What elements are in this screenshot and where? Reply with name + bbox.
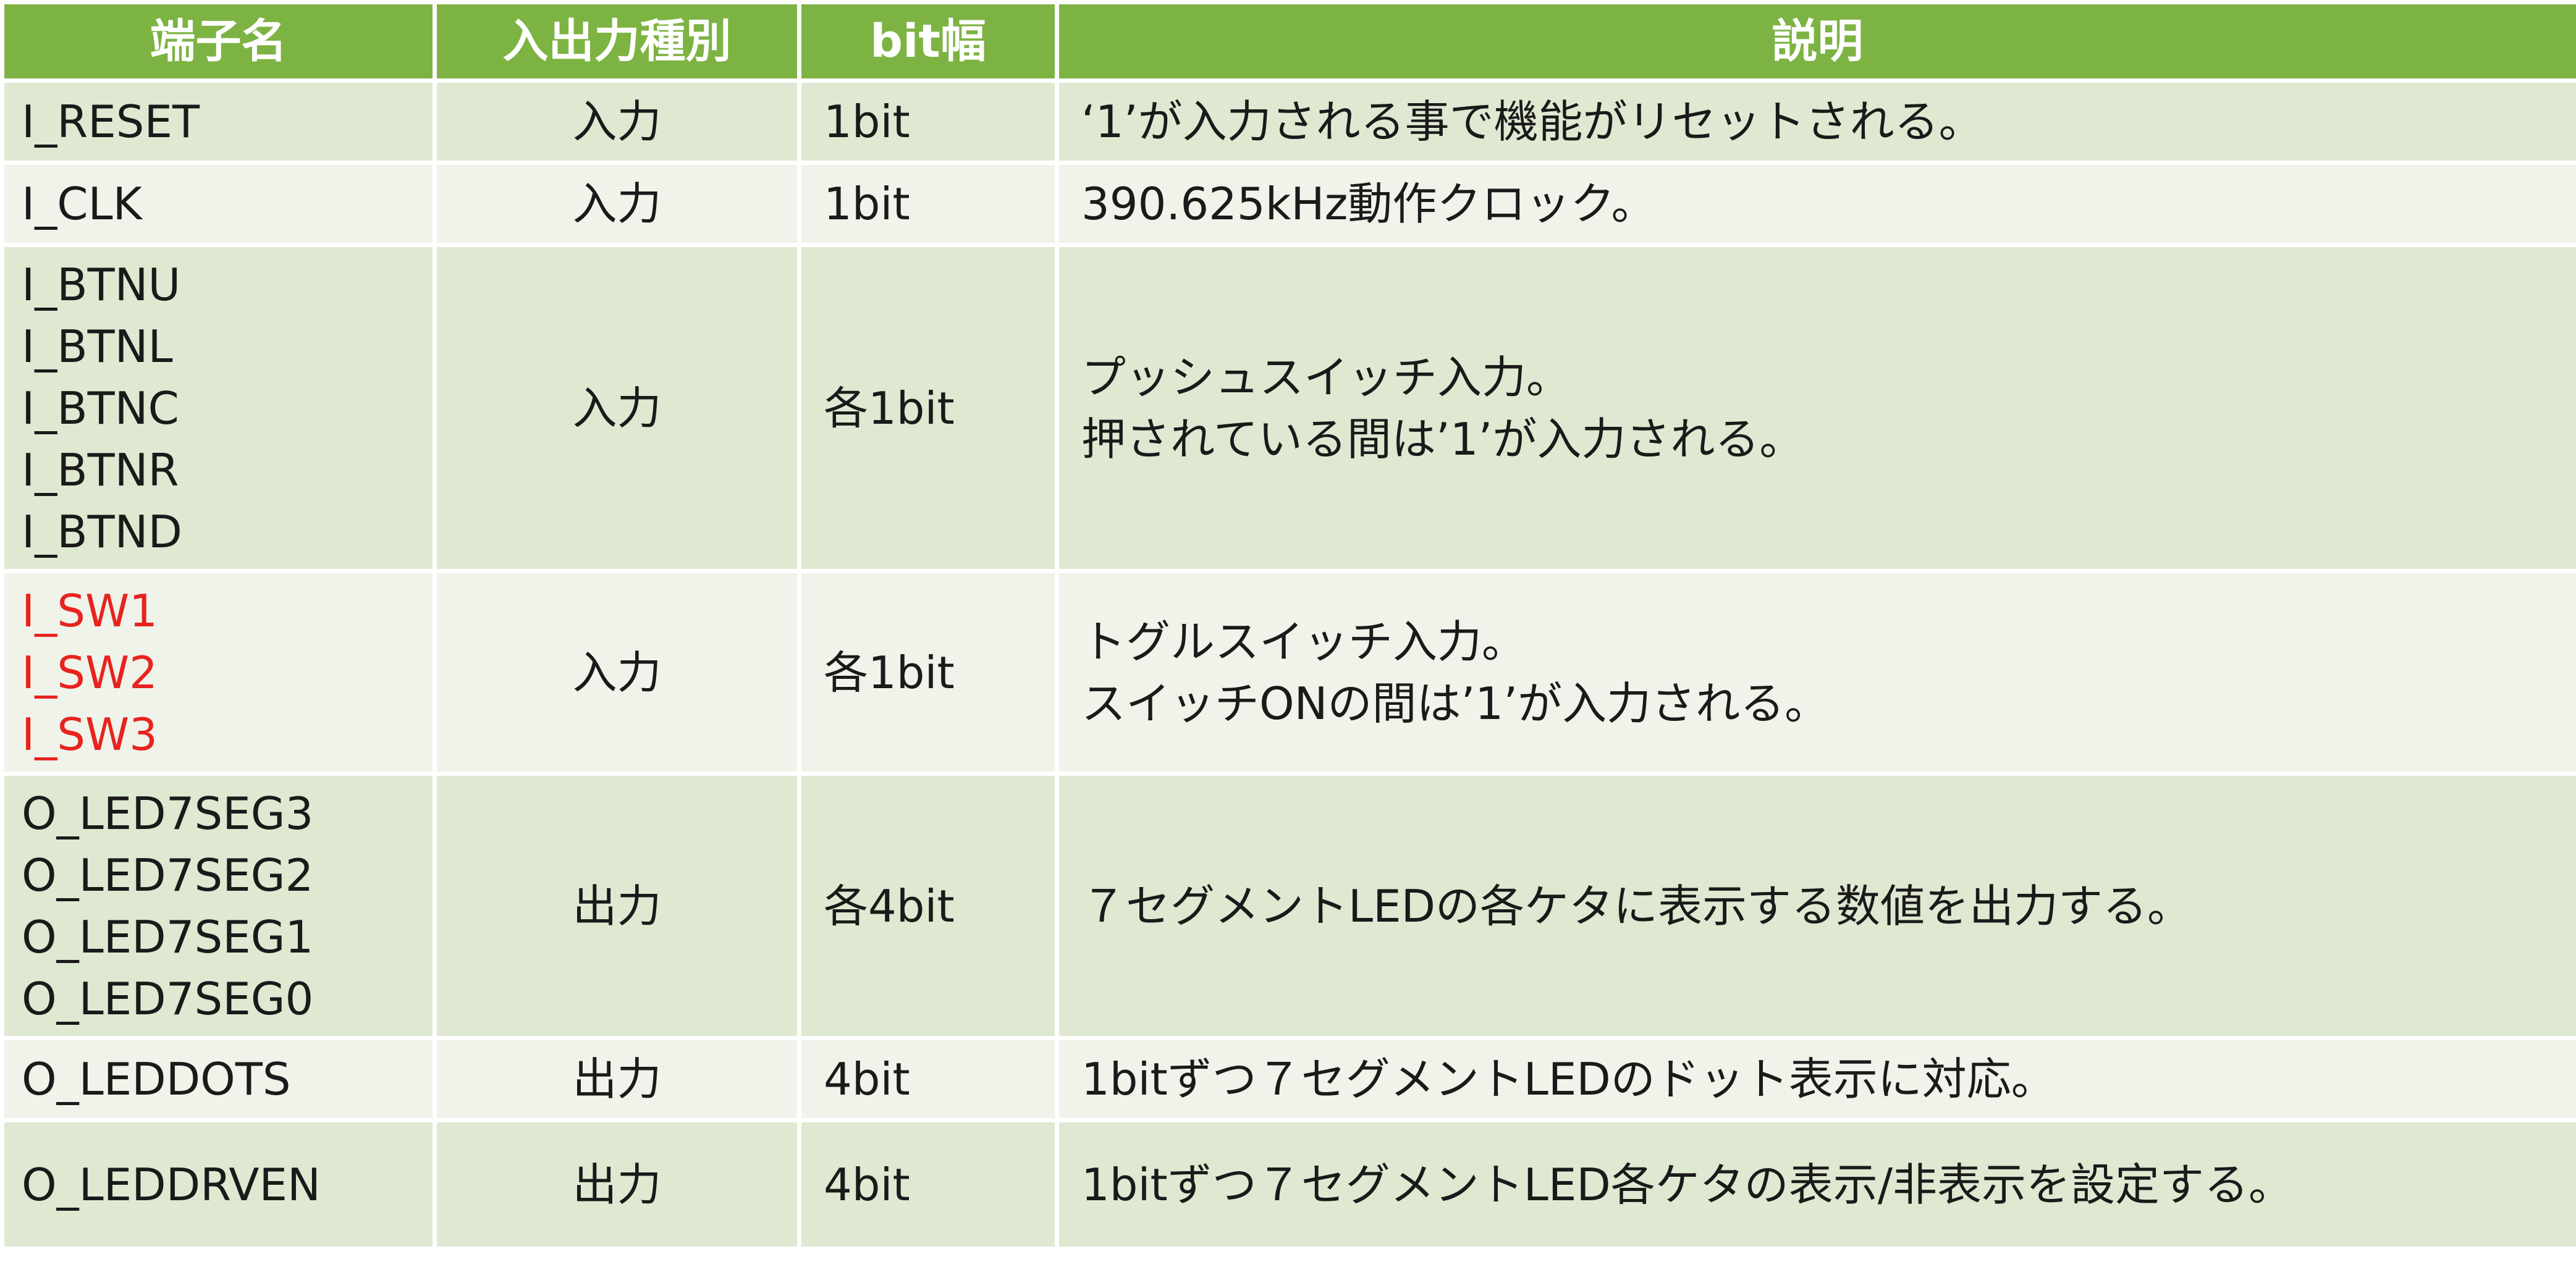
table-row: I_SW1 I_SW2 I_SW3 入力 各1bit トグルスイッチ入力。 スイ…	[0, 569, 2576, 776]
header-row: 端子名 入出力種別 bit幅 説明	[0, 0, 2576, 83]
description-line: 押されている間は’1’が入力される。	[1081, 413, 1804, 465]
bit-width-cell: 1bit	[797, 78, 1059, 165]
terminal-name-cell: I_BTNU I_BTNL I_BTNC I_BTNR I_BTND	[0, 243, 437, 573]
description-cell: ‘1’が入力される事で機能がリセットされる。	[1055, 78, 2576, 165]
bit-width-cell: 各4bit	[797, 772, 1059, 1040]
bit-width-cell: 各1bit	[797, 243, 1059, 573]
terminal-name-cell: I_RESET	[0, 78, 437, 165]
description-line: プッシュスイッチ入力。	[1081, 351, 1571, 403]
table-row: O_LED7SEG3 O_LED7SEG2 O_LED7SEG1 O_LED7S…	[0, 772, 2576, 1040]
table-row: O_LEDDOTS 出力 4bit 1bitずつ７セグメントLEDのドット表示に…	[0, 1036, 2576, 1122]
description-line: トグルスイッチ入力。	[1081, 615, 1527, 668]
bit-width-cell: 1bit	[797, 161, 1059, 247]
terminal-name: I_SW2	[22, 646, 158, 699]
terminal-name: O_LEDDRVEN	[22, 1158, 321, 1211]
terminal-table: 端子名 入出力種別 bit幅 説明 I_RESET 入力 1bit ‘1’が入力…	[0, 0, 2576, 1251]
terminal-name-cell: O_LED7SEG3 O_LED7SEG2 O_LED7SEG1 O_LED7S…	[0, 772, 437, 1040]
bit-width-cell: 4bit	[797, 1118, 1059, 1251]
bit-width-cell: 4bit	[797, 1036, 1059, 1122]
description-line: 390.625kHz動作クロック。	[1081, 178, 1656, 230]
terminal-name: O_LED7SEG1	[22, 911, 314, 963]
io-type-cell: 出力	[433, 1036, 801, 1122]
terminal-name: I_CLK	[22, 178, 142, 230]
io-type-cell: 入力	[433, 243, 801, 573]
header-io-type: 入出力種別	[433, 0, 801, 83]
table-row: I_RESET 入力 1bit ‘1’が入力される事で機能がリセットされる。	[0, 78, 2576, 165]
table-row: I_CLK 入力 1bit 390.625kHz動作クロック。	[0, 161, 2576, 247]
terminal-name-cell: O_LEDDRVEN	[0, 1118, 437, 1251]
description-cell: プッシュスイッチ入力。 押されている間は’1’が入力される。	[1055, 243, 2576, 573]
io-type-cell: 入力	[433, 569, 801, 776]
terminal-name-cell: I_CLK	[0, 161, 437, 247]
description-line: 1bitずつ７セグメントLEDのドット表示に対応。	[1081, 1053, 2056, 1105]
terminal-name: O_LED7SEG3	[22, 787, 314, 839]
bit-width-cell: 各1bit	[797, 569, 1059, 776]
terminal-name: O_LED7SEG2	[22, 849, 314, 901]
description-line: スイッチONの間は’1’が入力される。	[1081, 677, 1830, 730]
terminal-name: I_RESET	[22, 96, 200, 148]
terminal-name: I_SW1	[22, 584, 158, 637]
description-line: ７セグメントLEDの各ケタに表示する数値を出力する。	[1081, 880, 2192, 932]
header-bit-width: bit幅	[797, 0, 1059, 83]
description-cell: 390.625kHz動作クロック。	[1055, 161, 2576, 247]
header-description: 説明	[1055, 0, 2576, 83]
table-row: I_BTNU I_BTNL I_BTNC I_BTNR I_BTND 入力 各1…	[0, 243, 2576, 573]
terminal-name-cell: I_SW1 I_SW2 I_SW3	[0, 569, 437, 776]
table-row: O_LEDDRVEN 出力 4bit 1bitずつ７セグメントLED各ケタの表示…	[0, 1118, 2576, 1251]
description-cell: ７セグメントLEDの各ケタに表示する数値を出力する。	[1055, 772, 2576, 1040]
description-cell: 1bitずつ７セグメントLEDのドット表示に対応。	[1055, 1036, 2576, 1122]
io-type-cell: 出力	[433, 772, 801, 1040]
terminal-name: I_BTNR	[22, 444, 179, 496]
io-type-cell: 出力	[433, 1118, 801, 1251]
terminal-name: I_BTND	[22, 505, 182, 558]
io-type-cell: 入力	[433, 78, 801, 165]
description-cell: 1bitずつ７セグメントLED各ケタの表示/非表示を設定する。	[1055, 1118, 2576, 1251]
terminal-name: I_BTNL	[22, 320, 173, 372]
description-line: 1bitずつ７セグメントLED各ケタの表示/非表示を設定する。	[1081, 1158, 2294, 1211]
header-name: 端子名	[0, 0, 437, 83]
io-type-cell: 入力	[433, 161, 801, 247]
terminal-name: I_SW3	[22, 708, 158, 760]
terminal-name: O_LEDDOTS	[22, 1053, 291, 1105]
terminal-name: I_BTNU	[22, 258, 181, 311]
description-line: ‘1’が入力される事で機能がリセットされる。	[1081, 96, 1983, 148]
terminal-name: I_BTNC	[22, 382, 179, 434]
terminal-name-cell: O_LEDDOTS	[0, 1036, 437, 1122]
description-cell: トグルスイッチ入力。 スイッチONの間は’1’が入力される。	[1055, 569, 2576, 776]
terminal-name: O_LED7SEG0	[22, 972, 314, 1025]
